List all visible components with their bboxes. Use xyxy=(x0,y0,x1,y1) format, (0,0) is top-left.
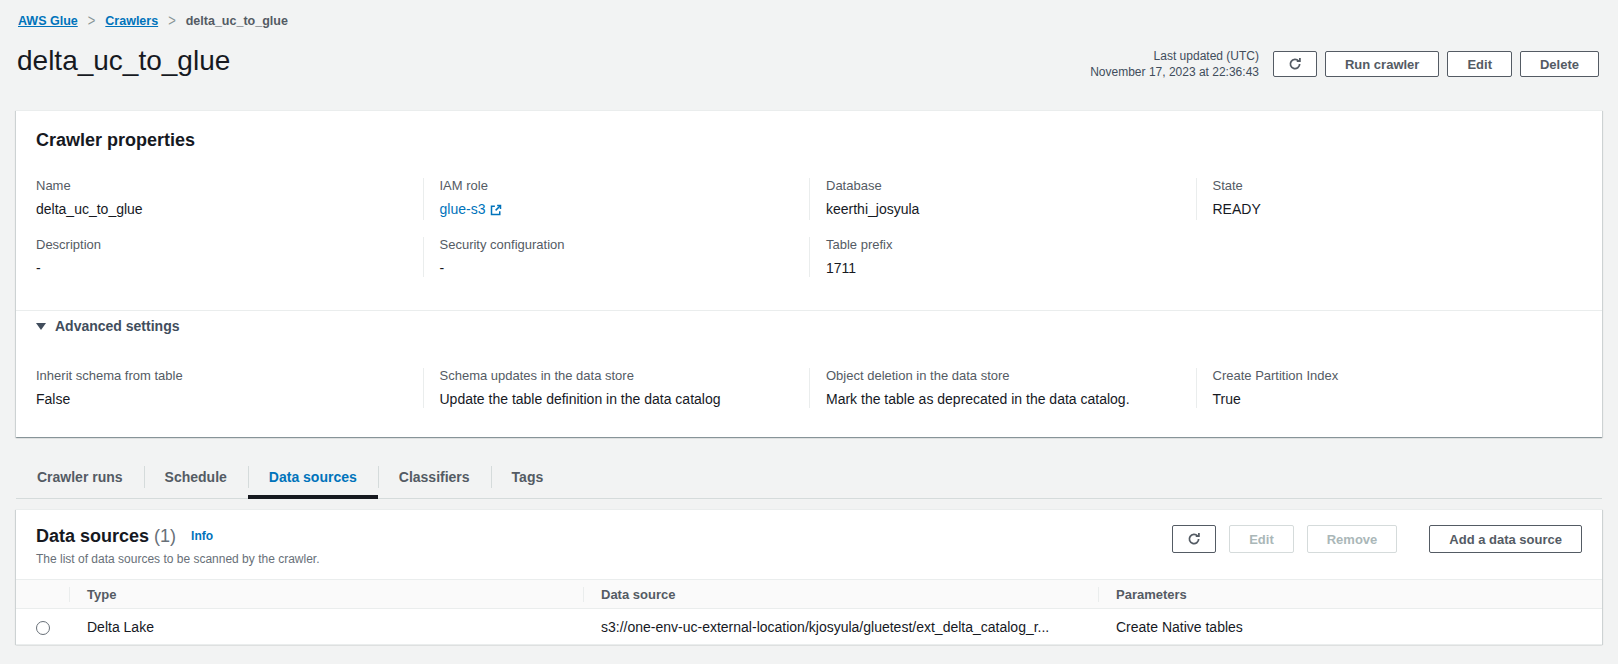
breadcrumb-separator-icon: > xyxy=(88,11,96,30)
field-inherit-schema-label: Inherit schema from table xyxy=(36,368,407,384)
divider xyxy=(16,310,1602,311)
field-object-deletion: Object deletion in the data store Mark t… xyxy=(809,368,1196,408)
field-database-label: Database xyxy=(826,178,1180,194)
data-sources-header: Data sources (1) Info The list of data s… xyxy=(16,510,1602,567)
data-sources-panel: Data sources (1) Info The list of data s… xyxy=(16,509,1602,644)
advanced-settings-expander[interactable]: Advanced settings xyxy=(36,318,1582,334)
row-radio-button[interactable] xyxy=(36,621,50,635)
page-title: delta_uc_to_glue xyxy=(17,44,230,78)
table-header-row: Type Data source Parameters xyxy=(16,580,1602,609)
refresh-icon xyxy=(1288,57,1302,71)
breadcrumb-current: delta_uc_to_glue xyxy=(186,14,288,28)
row-parameters-cell: Create Native tables xyxy=(1098,609,1602,645)
field-security-configuration: Security configuration - xyxy=(423,237,810,277)
properties-grid-row2: Description - Security configuration - T… xyxy=(36,237,1582,277)
breadcrumb-aws-glue[interactable]: AWS Glue xyxy=(18,14,78,28)
field-object-deletion-label: Object deletion in the data store xyxy=(826,368,1180,384)
tab-classifiers[interactable]: Classifiers xyxy=(378,455,491,498)
field-empty xyxy=(1196,237,1583,277)
refresh-button[interactable] xyxy=(1273,51,1317,77)
column-header-data-source: Data source xyxy=(583,580,1098,609)
last-updated-value: November 17, 2023 at 22:36:43 xyxy=(1090,64,1259,80)
data-sources-refresh-button[interactable] xyxy=(1172,525,1216,553)
field-description: Description - xyxy=(36,237,423,277)
refresh-icon xyxy=(1187,532,1201,546)
field-description-value: - xyxy=(36,259,407,277)
data-sources-table: Type Data source Parameters Delta Lake s… xyxy=(16,579,1602,645)
tab-tags[interactable]: Tags xyxy=(491,455,565,498)
row-source-cell: s3://one-env-uc-external-location/kjosyu… xyxy=(583,609,1098,645)
field-security-configuration-value: - xyxy=(440,259,794,277)
field-partition-index: Create Partition Index True xyxy=(1196,368,1583,408)
field-database-value: keerthi_josyula xyxy=(826,200,1180,218)
field-partition-index-value: True xyxy=(1213,390,1567,408)
last-updated-label: Last updated (UTC) xyxy=(1090,48,1259,64)
breadcrumb-separator-icon: > xyxy=(168,11,176,30)
column-header-type: Type xyxy=(69,580,583,609)
header-actions: Last updated (UTC) November 17, 2023 at … xyxy=(1090,46,1599,82)
selection-column-header xyxy=(16,580,69,609)
data-sources-description: The list of data sources to be scanned b… xyxy=(36,551,320,567)
tab-bar: Crawler runs Schedule Data sources Class… xyxy=(16,455,1602,499)
data-sources-edit-button[interactable]: Edit xyxy=(1229,525,1294,553)
last-updated: Last updated (UTC) November 17, 2023 at … xyxy=(1090,48,1259,80)
advanced-settings-label: Advanced settings xyxy=(55,318,179,334)
delete-button[interactable]: Delete xyxy=(1520,51,1599,77)
field-state-value: READY xyxy=(1213,200,1567,218)
advanced-settings-grid: Inherit schema from table False Schema u… xyxy=(36,368,1582,408)
data-sources-actions: Edit Remove Add a data source xyxy=(1172,525,1582,553)
field-state: State READY xyxy=(1196,178,1583,220)
field-table-prefix: Table prefix 1711 xyxy=(809,237,1196,277)
breadcrumb: AWS Glue > Crawlers > delta_uc_to_glue xyxy=(18,13,288,28)
tab-data-sources[interactable]: Data sources xyxy=(248,455,378,498)
field-name-value: delta_uc_to_glue xyxy=(36,200,407,218)
crawler-properties-panel: Crawler properties Name delta_uc_to_glue… xyxy=(16,110,1602,437)
tab-crawler-runs[interactable]: Crawler runs xyxy=(16,455,144,498)
field-schema-updates-value: Update the table definition in the data … xyxy=(440,390,794,408)
field-security-configuration-label: Security configuration xyxy=(440,237,794,253)
field-state-label: State xyxy=(1213,178,1567,194)
field-table-prefix-value: 1711 xyxy=(826,259,1180,277)
field-name-label: Name xyxy=(36,178,407,194)
add-data-source-button[interactable]: Add a data source xyxy=(1429,525,1582,553)
field-object-deletion-value: Mark the table as deprecated in the data… xyxy=(826,390,1180,408)
field-schema-updates: Schema updates in the data store Update … xyxy=(423,368,810,408)
field-inherit-schema: Inherit schema from table False xyxy=(36,368,423,408)
breadcrumb-crawlers[interactable]: Crawlers xyxy=(105,14,158,28)
column-header-parameters: Parameters xyxy=(1098,580,1602,609)
edit-button[interactable]: Edit xyxy=(1447,51,1512,77)
info-link[interactable]: Info xyxy=(191,529,213,543)
external-link-icon xyxy=(490,202,502,220)
field-database: Database keerthi_josyula xyxy=(809,178,1196,220)
field-inherit-schema-value: False xyxy=(36,390,407,408)
field-name: Name delta_uc_to_glue xyxy=(36,178,423,220)
field-table-prefix-label: Table prefix xyxy=(826,237,1180,253)
field-description-label: Description xyxy=(36,237,407,253)
field-partition-index-label: Create Partition Index xyxy=(1213,368,1567,384)
data-sources-title: Data sources (1) Info xyxy=(36,524,320,548)
properties-grid-row1: Name delta_uc_to_glue IAM role glue-s3 D… xyxy=(36,178,1582,220)
row-select-cell xyxy=(16,609,69,645)
field-schema-updates-label: Schema updates in the data store xyxy=(440,368,794,384)
tab-schedule[interactable]: Schedule xyxy=(144,455,248,498)
crawler-properties-heading: Crawler properties xyxy=(36,111,1582,152)
data-sources-remove-button[interactable]: Remove xyxy=(1307,525,1398,553)
field-iam-role: IAM role glue-s3 xyxy=(423,178,810,220)
caret-down-icon xyxy=(36,323,46,330)
data-sources-heading: Data sources xyxy=(36,526,149,546)
data-sources-count: (1) xyxy=(154,526,176,546)
row-type-cell: Delta Lake xyxy=(69,609,583,645)
iam-role-link[interactable]: glue-s3 xyxy=(440,201,486,217)
field-iam-role-label: IAM role xyxy=(440,178,794,194)
run-crawler-button[interactable]: Run crawler xyxy=(1325,51,1439,77)
table-row: Delta Lake s3://one-env-uc-external-loca… xyxy=(16,609,1602,645)
